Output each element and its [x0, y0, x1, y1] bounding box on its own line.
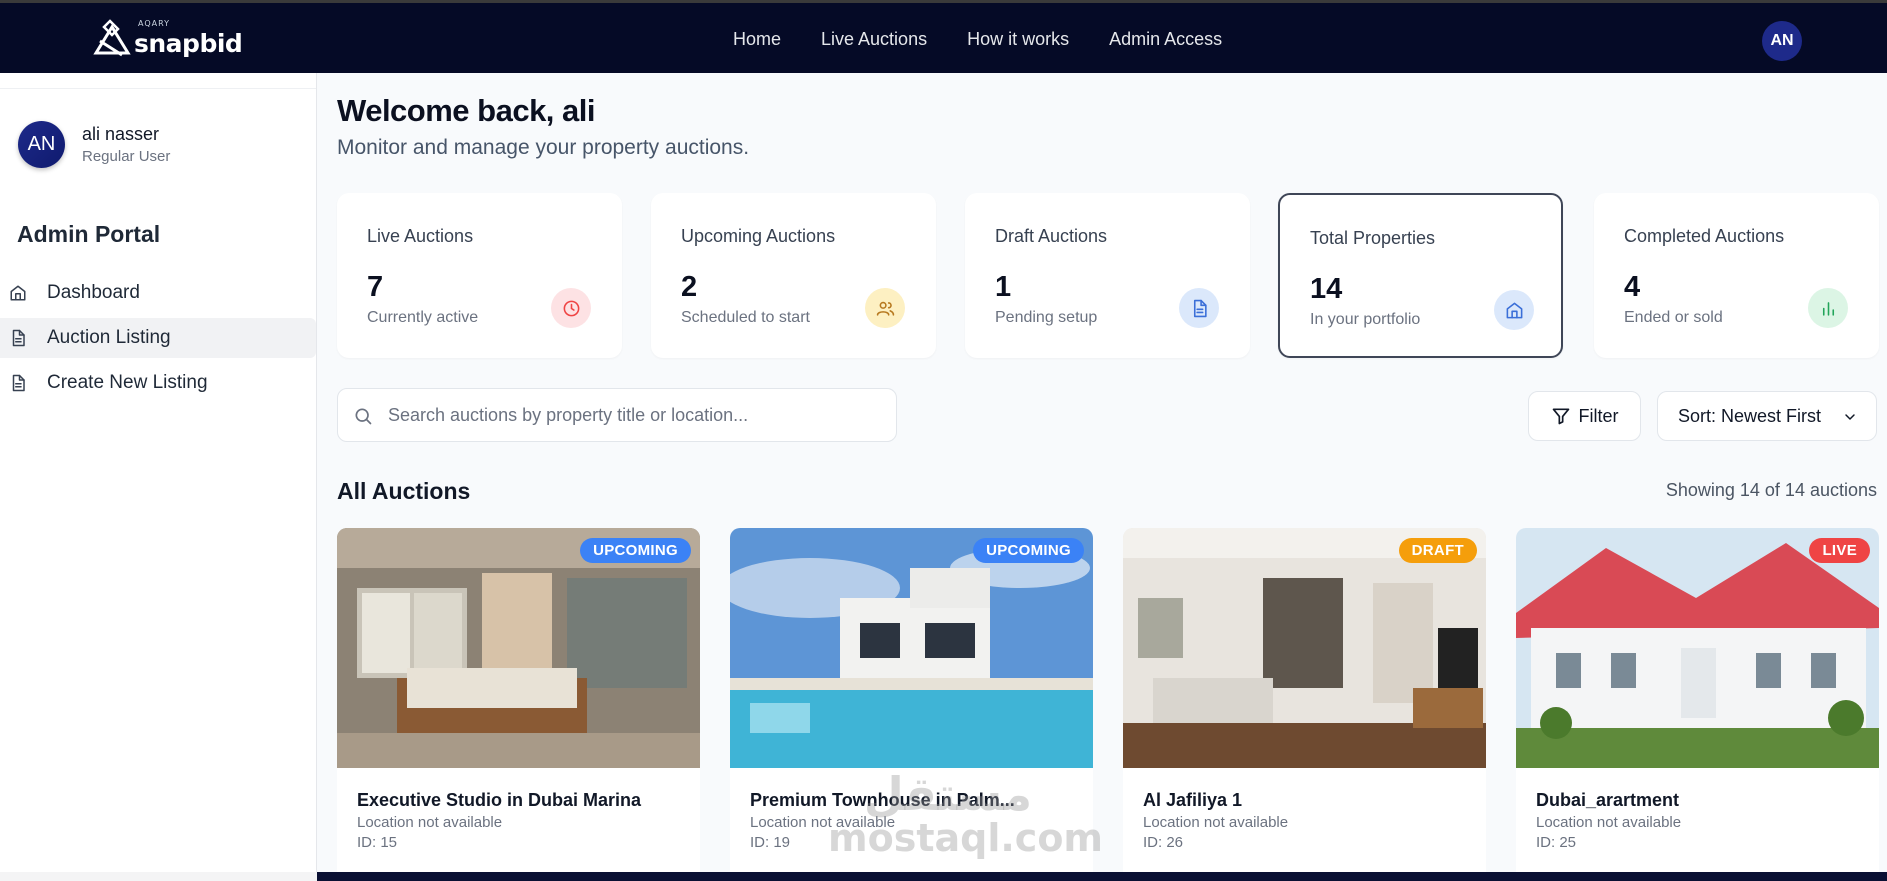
sidebar-divider — [0, 88, 316, 89]
stat-card-live-auctions[interactable]: Live Auctions 7 Currently active — [337, 193, 622, 358]
status-badge: DRAFT — [1398, 538, 1477, 563]
brand-small: AQARY — [138, 18, 171, 28]
section-title: All Auctions — [337, 478, 471, 504]
clock-icon — [551, 288, 591, 328]
stat-title: Total Properties — [1310, 228, 1436, 248]
filter-icon — [1552, 408, 1569, 425]
stat-subtext: Currently active — [367, 309, 479, 326]
card-location: Location not available — [1143, 814, 1289, 831]
auction-card[interactable]: UPCOMING Premium Townhouse in Palm... Lo… — [730, 528, 1093, 881]
sidebar: AN ali nasser Regular User Admin Portal … — [0, 73, 317, 881]
sidebar-item-auction-listing[interactable]: Auction Listing — [0, 318, 316, 358]
sidebar-menu: Dashboard Auction Listing Create New Lis… — [0, 273, 316, 408]
property-image: UPCOMING — [730, 528, 1093, 768]
search-icon — [355, 408, 372, 425]
avatar: AN — [18, 121, 65, 168]
nav-live-auctions[interactable]: Live Auctions — [821, 29, 927, 50]
stat-value: 7 — [367, 271, 384, 303]
stat-title: Live Auctions — [367, 226, 474, 246]
stat-subtext: Pending setup — [995, 309, 1098, 326]
stat-title: Draft Auctions — [995, 226, 1108, 246]
nav-home[interactable]: Home — [733, 29, 781, 50]
nav-how-it-works[interactable]: How it works — [967, 29, 1069, 50]
stat-value: 1 — [995, 271, 1012, 303]
user-name: ali nasser — [82, 124, 160, 144]
main-content: Welcome back, ali Monitor and manage you… — [337, 73, 1887, 881]
card-id: ID: 25 — [1536, 834, 1577, 851]
sort-label: Sort: Newest First — [1678, 405, 1822, 426]
card-location: Location not available — [750, 814, 896, 831]
sidebar-item-dashboard[interactable]: Dashboard — [0, 273, 316, 313]
sidebar-item-label: Create New Listing — [47, 372, 208, 393]
file-icon — [1179, 288, 1219, 328]
auction-card[interactable]: DRAFT Al Jafiliya 1 Location not availab… — [1123, 528, 1486, 881]
card-id: ID: 26 — [1143, 834, 1184, 851]
card-id: ID: 15 — [357, 834, 398, 851]
property-image: LIVE — [1516, 528, 1879, 768]
page-subtitle: Monitor and manage your property auction… — [337, 136, 750, 159]
stat-card-draft-auctions[interactable]: Draft Auctions 1 Pending setup — [965, 193, 1250, 358]
stat-card-completed-auctions[interactable]: Completed Auctions 4 Ended or sold — [1594, 193, 1879, 358]
card-title: Dubai_arartment — [1536, 790, 1680, 810]
document-icon — [12, 329, 25, 347]
main-nav: Home Live Auctions How it works Admin Ac… — [733, 29, 1222, 50]
top-navbar: AQARY snapbid Home Live Auctions How it … — [0, 0, 1887, 73]
filter-button[interactable]: Filter — [1528, 391, 1641, 441]
card-location: Location not available — [1536, 814, 1682, 831]
brand-logo[interactable]: AQARY snapbid — [92, 18, 243, 59]
stat-subtext: Scheduled to start — [681, 309, 810, 326]
sidebar-item-create-new-listing[interactable]: Create New Listing — [0, 363, 316, 403]
auction-card[interactable]: LIVE Dubai_arartment Location not availa… — [1516, 528, 1879, 881]
card-location: Location not available — [357, 814, 503, 831]
users-icon — [865, 288, 905, 328]
sidebar-bottom — [0, 872, 317, 881]
status-badge: UPCOMING — [580, 538, 691, 563]
stat-title: Completed Auctions — [1624, 226, 1785, 246]
home-icon — [10, 285, 26, 301]
chevron-down-icon — [1845, 414, 1855, 420]
stat-value: 2 — [681, 271, 698, 303]
card-id: ID: 19 — [750, 834, 791, 851]
user-avatar-button[interactable]: AN — [1762, 21, 1802, 61]
sidebar-item-label: Dashboard — [47, 282, 140, 303]
search-box — [337, 388, 897, 442]
sort-dropdown[interactable]: Sort: Newest First — [1657, 391, 1877, 441]
brand-name: snapbid — [134, 28, 243, 58]
stat-value: 14 — [1310, 273, 1343, 305]
filter-label: Filter — [1578, 405, 1619, 426]
nav-admin-access[interactable]: Admin Access — [1109, 29, 1222, 50]
page-title: Welcome back, ali — [337, 93, 596, 128]
user-role: Regular User — [82, 148, 171, 165]
results-count: Showing 14 of 14 auctions — [1665, 480, 1877, 500]
bar-chart-icon — [1808, 288, 1848, 328]
document-icon — [12, 374, 25, 392]
stat-card-upcoming-auctions[interactable]: Upcoming Auctions 2 Scheduled to start — [651, 193, 936, 358]
property-image: DRAFT — [1123, 528, 1486, 768]
property-image: UPCOMING — [337, 528, 700, 768]
stat-value: 4 — [1624, 271, 1641, 303]
home-icon — [1494, 290, 1534, 330]
auction-card[interactable]: UPCOMING Executive Studio in Dubai Marin… — [337, 528, 700, 881]
logo-icon — [93, 19, 131, 57]
card-title: Al Jafiliya 1 — [1143, 790, 1243, 810]
sidebar-item-label: Auction Listing — [47, 327, 171, 348]
portal-title: Admin Portal — [17, 221, 161, 247]
stat-subtext: In your portfolio — [1310, 311, 1421, 328]
card-title: Premium Townhouse in Palm... — [750, 790, 1015, 810]
status-badge: UPCOMING — [973, 538, 1084, 563]
stat-title: Upcoming Auctions — [681, 226, 836, 246]
card-title: Executive Studio in Dubai Marina — [357, 790, 642, 810]
user-profile: AN ali nasser Regular User — [18, 121, 170, 168]
stat-card-total-properties[interactable]: Total Properties 14 In your portfolio — [1278, 193, 1563, 358]
search-input[interactable] — [388, 389, 888, 441]
status-badge: LIVE — [1809, 538, 1870, 563]
stat-subtext: Ended or sold — [1624, 309, 1723, 326]
